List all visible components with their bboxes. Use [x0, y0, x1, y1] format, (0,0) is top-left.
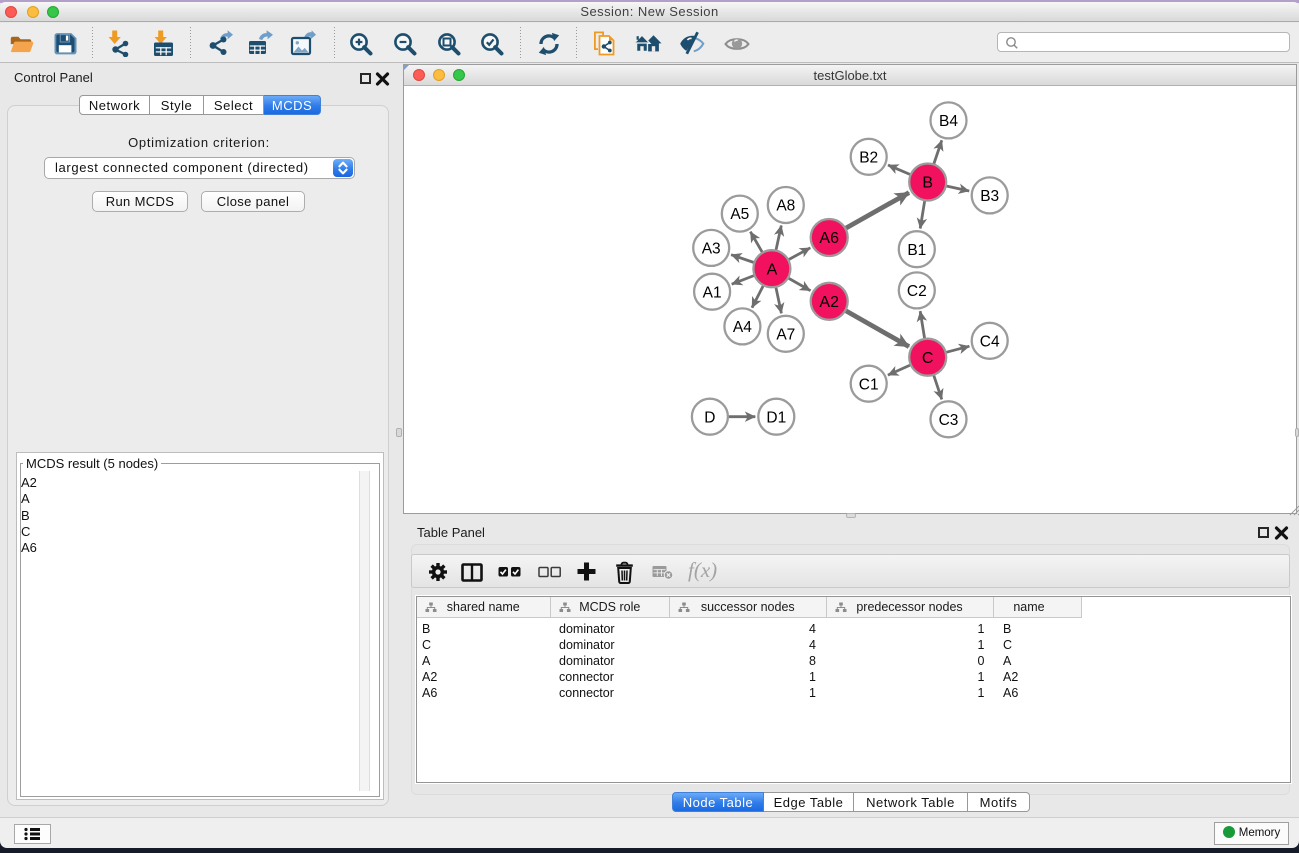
- svg-text:B4: B4: [939, 113, 958, 130]
- svg-text:D: D: [704, 409, 715, 426]
- svg-text:A4: A4: [733, 319, 752, 336]
- svg-text:A: A: [767, 261, 778, 278]
- svg-text:A7: A7: [776, 326, 795, 343]
- svg-text:A3: A3: [702, 241, 721, 258]
- svg-text:C4: C4: [980, 333, 1000, 350]
- svg-text:B3: B3: [980, 188, 999, 205]
- svg-text:C1: C1: [859, 376, 879, 393]
- svg-text:B1: B1: [907, 242, 926, 259]
- svg-text:C3: C3: [939, 412, 959, 429]
- svg-text:A6: A6: [819, 230, 839, 247]
- svg-text:B: B: [922, 175, 933, 192]
- svg-text:A1: A1: [703, 284, 722, 301]
- svg-text:A8: A8: [776, 198, 795, 215]
- svg-text:C: C: [922, 350, 934, 367]
- svg-text:A2: A2: [819, 294, 839, 311]
- svg-text:B2: B2: [859, 149, 878, 166]
- svg-text:A5: A5: [730, 206, 749, 223]
- svg-text:C2: C2: [907, 283, 927, 300]
- svg-text:D1: D1: [766, 409, 786, 426]
